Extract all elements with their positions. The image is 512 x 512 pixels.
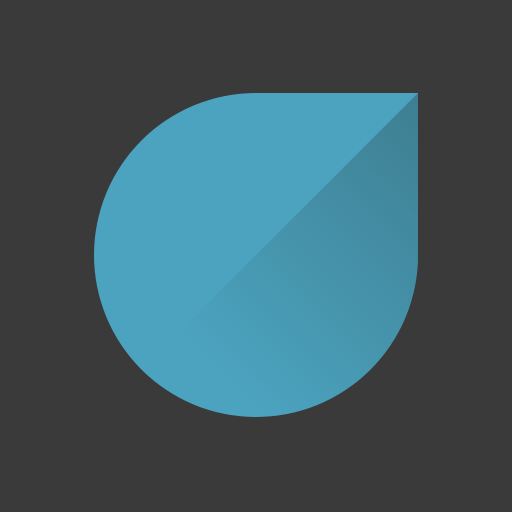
app-icon-canvas: [0, 0, 512, 512]
droplet-logo-icon: [0, 0, 512, 512]
